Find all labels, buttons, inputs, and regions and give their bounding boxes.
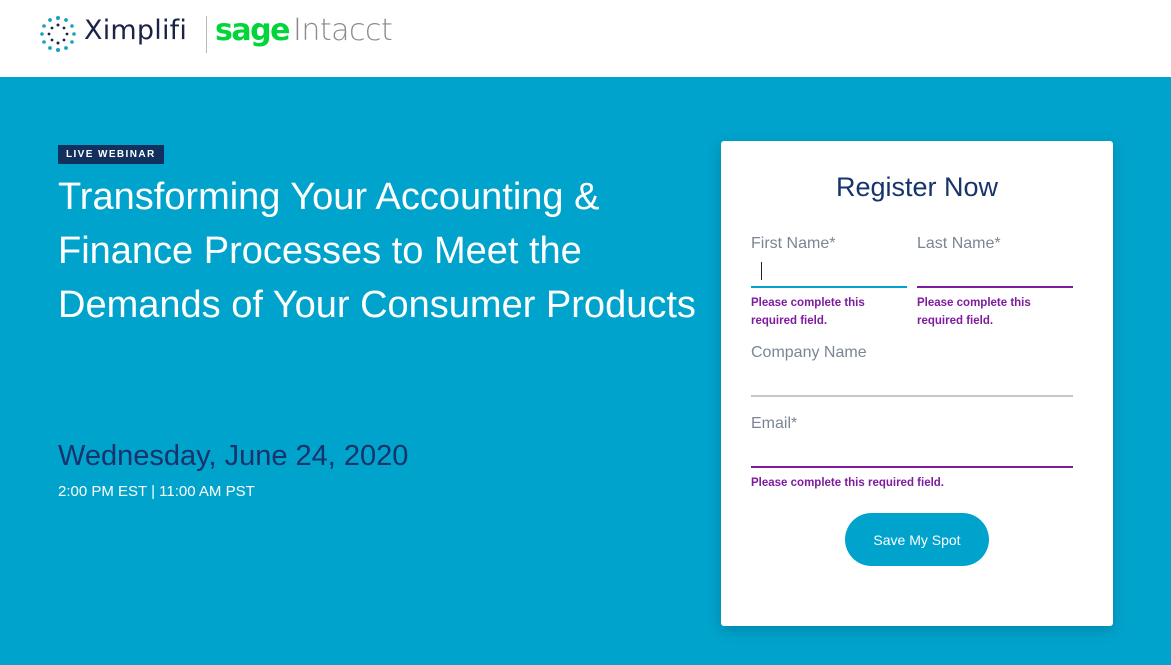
intacct-brand-name: Intacct — [293, 13, 393, 48]
company-name-input[interactable] — [751, 365, 1073, 397]
save-my-spot-button[interactable]: Save My Spot — [845, 513, 989, 566]
last-name-error: Please complete this required field. — [917, 297, 1031, 327]
live-webinar-badge: LIVE WEBINAR — [58, 145, 164, 164]
email-error: Please complete this required field. — [751, 477, 945, 489]
logo-divider — [206, 16, 207, 53]
first-name-error: Please complete this required field. — [751, 297, 865, 327]
last-name-label: Last Name* — [917, 235, 1001, 252]
site-header: Ximplifi sage Intacct — [0, 0, 1171, 77]
ximplifi-brand-name: Ximplifi — [84, 15, 188, 46]
last-name-input[interactable] — [917, 256, 1073, 288]
webinar-time: 2:00 PM EST | 11:00 AM PST — [58, 483, 255, 500]
text-cursor — [761, 262, 762, 280]
webinar-title: Transforming Your Accounting & Finance P… — [58, 176, 696, 326]
email-input[interactable] — [751, 436, 1073, 468]
email-label: Email* — [751, 415, 798, 432]
sage-brand-name: sage — [215, 13, 290, 48]
first-name-input[interactable] — [751, 256, 907, 288]
ximplifi-logo-icon — [40, 16, 76, 52]
register-title: Register Now — [835, 172, 999, 202]
company-name-label: Company Name — [751, 344, 867, 361]
first-name-label: First Name* — [751, 235, 836, 252]
webinar-date: Wednesday, June 24, 2020 — [58, 440, 409, 472]
